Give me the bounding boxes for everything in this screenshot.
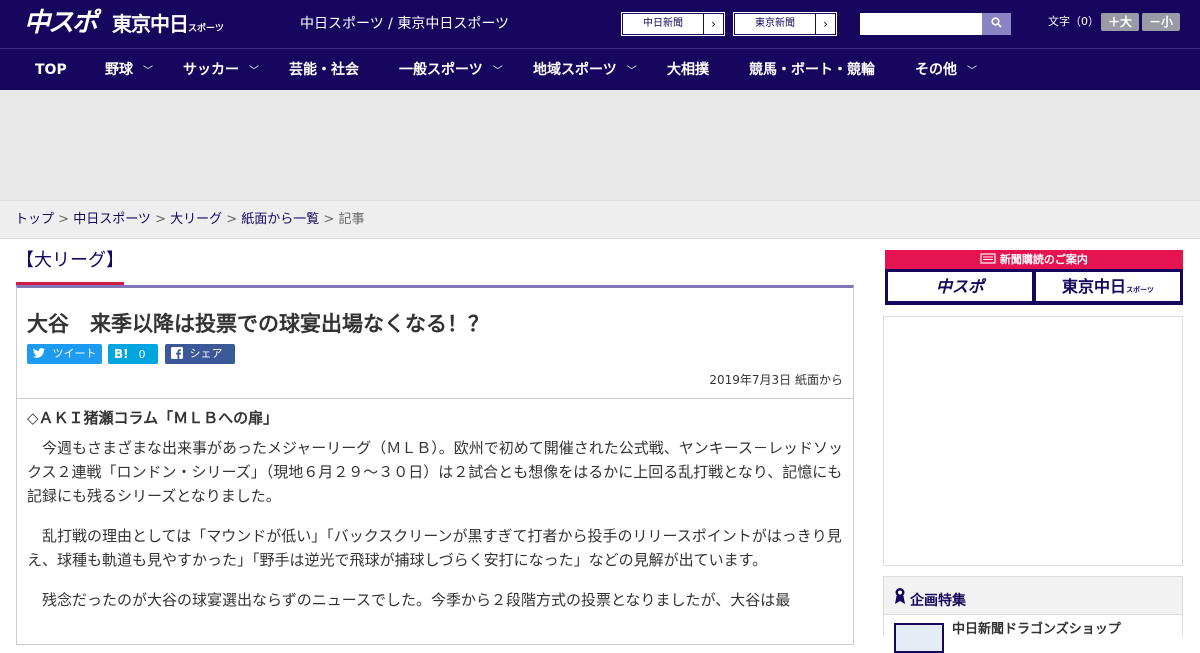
nav-item-label: 芸能・社会: [289, 62, 359, 78]
breadcrumb-separator: >: [150, 212, 171, 227]
article-paragraph: 残念だったのが大谷の球宴選出ならずのニュースでした。今季から２段階方式の投票とな…: [42, 591, 791, 609]
ribbon-icon: [894, 587, 906, 612]
search-icon: [991, 17, 1002, 28]
hatena-icon: B!: [114, 347, 129, 361]
site-header: 中スポ 東京中日スポーツ 中日スポーツ / 東京中日スポーツ 中日新聞 › 東京…: [0, 0, 1200, 48]
feature-item-label: 中日新聞ドラゴンズショップ: [952, 622, 1121, 637]
nav-item-top[interactable]: TOP: [35, 49, 67, 91]
site-name: 中日スポーツ / 東京中日スポーツ: [300, 16, 510, 32]
chuspo-logo[interactable]: 中スポ: [24, 8, 98, 38]
breadcrumb-link-top[interactable]: トップ: [15, 212, 54, 227]
nav-item-general-sports[interactable]: 一般スポーツ ﹀: [399, 49, 503, 91]
facebook-share-label: シェア: [189, 347, 223, 360]
breadcrumb: トップ > 中日スポーツ > 大リーグ > 紙面から一覧 > 記事: [0, 200, 1200, 239]
breadcrumb-link-paper-list[interactable]: 紙面から一覧: [241, 212, 319, 227]
nav-item-soccer[interactable]: サッカー ﹀: [183, 49, 259, 91]
subscribe-chuspo-button[interactable]: 中スポ: [888, 272, 1032, 301]
font-size-label: 文字（0）: [1048, 15, 1099, 28]
nav-item-label: 地域スポーツ: [533, 62, 617, 78]
facebook-share-button[interactable]: シェア 0: [165, 344, 235, 380]
article-headline: 大谷 来季以降は投票での球宴出場なくなる！？: [27, 312, 489, 336]
nav-item-entertainment[interactable]: 芸能・社会: [289, 49, 359, 91]
font-smaller-button[interactable]: －小: [1142, 13, 1180, 31]
chunichi-shimbun-label: 中日新聞: [643, 18, 683, 29]
breadcrumb-separator: >: [54, 212, 74, 227]
nav-item-label: サッカー: [183, 62, 239, 78]
nav-item-local-sports[interactable]: 地域スポーツ ﹀: [533, 49, 637, 91]
article-date: 2019年7月3日 紙面から: [709, 373, 843, 387]
main-nav: TOP 野球 ﹀ サッカー ﹀ 芸能・社会 一般スポーツ ﹀ 地域スポーツ ﹀ 大相撲 …: [0, 48, 1200, 90]
tweet-label: ツイート: [52, 347, 97, 360]
subscription-box: 新聞購読のご案内 中スポ 東京中日スポーツ: [885, 250, 1183, 305]
nav-item-racing[interactable]: 競馬・ボート・競輪: [749, 49, 875, 91]
article-paragraph: 乱打戦の理由としては「マウンドが低い」「バックスクリーンが黒すぎて打者から投手の…: [27, 527, 842, 569]
chevron-right-icon: ›: [815, 14, 835, 34]
breadcrumb-separator: >: [319, 212, 339, 227]
feature-item-dragons-shop[interactable]: 中日新聞ドラゴンズショップ: [884, 614, 1182, 653]
subscription-heading-text: 新聞購読のご案内: [999, 253, 1088, 266]
article-body: ◇ＡＫＩ猪瀬コラム「ＭＬＢへの扉」 今週もさまざまな出来事があったメジャーリーグ…: [27, 406, 843, 628]
feature-title-text: 企画特集: [910, 593, 966, 609]
sidebar-ad-slot: [883, 316, 1183, 566]
tokyo-chunichi-logo-text: 東京中日: [112, 12, 189, 36]
subscribe-tokyo-chunichi-small: スポーツ: [1126, 286, 1154, 294]
tokyo-shimbun-button[interactable]: 東京新聞 ›: [733, 12, 837, 36]
chunichi-shimbun-button[interactable]: 中日新聞 ›: [621, 12, 725, 36]
feature-section: 企画特集 中日新聞ドラゴンズショップ: [883, 576, 1183, 653]
twitter-bird-icon: [33, 348, 45, 358]
article: 大谷 来季以降は投票での球宴出場なくなる！？ ツイート B! 0 シェア 0 2…: [16, 285, 854, 645]
nav-item-label: 大相撲: [667, 62, 709, 78]
chevron-down-icon: ﹀: [626, 66, 637, 77]
nav-item-other[interactable]: その他 ﹀: [915, 49, 977, 91]
tokyo-shimbun-label: 東京新聞: [755, 18, 795, 29]
font-larger-button[interactable]: ＋大: [1101, 13, 1139, 31]
tokyo-chunichi-logo[interactable]: 東京中日スポーツ: [112, 12, 224, 41]
nav-item-baseball[interactable]: 野球 ﹀: [105, 49, 153, 91]
article-paragraph: 今週もさまざまな出来事があったメジャーリーグ（ＭＬＢ）。欧州で初めて開催された公…: [27, 439, 844, 505]
search-input[interactable]: [860, 13, 984, 35]
chevron-down-icon: ﹀: [143, 66, 153, 77]
chevron-right-icon: ›: [703, 14, 723, 34]
subscription-heading: 新聞購読のご案内: [885, 250, 1183, 269]
nav-item-sumo[interactable]: 大相撲: [667, 49, 709, 91]
article-subhead: ◇ＡＫＩ猪瀬コラム「ＭＬＢへの扉」: [27, 409, 279, 427]
search-button[interactable]: [982, 13, 1011, 35]
ad-banner-area: [0, 90, 1200, 200]
newspaper-icon: [980, 253, 996, 264]
breadcrumb-link-chunichi-sports[interactable]: 中日スポーツ: [73, 212, 151, 227]
breadcrumb-separator: >: [222, 212, 242, 227]
facebook-share-count: 0: [174, 367, 181, 380]
tweet-button[interactable]: ツイート: [27, 344, 102, 364]
dragons-shop-thumbnail: [894, 623, 944, 653]
subscribe-tokyo-chunichi-button[interactable]: 東京中日スポーツ: [1036, 272, 1180, 301]
subscribe-tokyo-chunichi-text: 東京中日: [1062, 277, 1127, 296]
hatena-count: 0: [138, 348, 146, 361]
chevron-down-icon: ﹀: [492, 66, 503, 77]
nav-item-label: TOP: [35, 62, 67, 78]
breadcrumb-link-mlb[interactable]: 大リーグ: [170, 212, 222, 227]
nav-item-label: 一般スポーツ: [399, 62, 483, 78]
chevron-down-icon: ﹀: [967, 66, 977, 77]
hatena-bookmark-button[interactable]: B! 0: [108, 344, 158, 364]
nav-item-label: 競馬・ボート・競輪: [749, 62, 875, 78]
nav-item-label: 野球: [105, 62, 133, 78]
facebook-icon: [171, 347, 183, 359]
tokyo-chunichi-logo-small: スポーツ: [188, 24, 224, 34]
category-title: 【大リーグ】: [16, 248, 124, 285]
breadcrumb-current: 記事: [338, 212, 365, 227]
chevron-down-icon: ﹀: [249, 66, 259, 77]
nav-item-label: その他: [915, 62, 957, 78]
article-divider: [17, 398, 853, 399]
feature-title: 企画特集: [894, 587, 966, 612]
